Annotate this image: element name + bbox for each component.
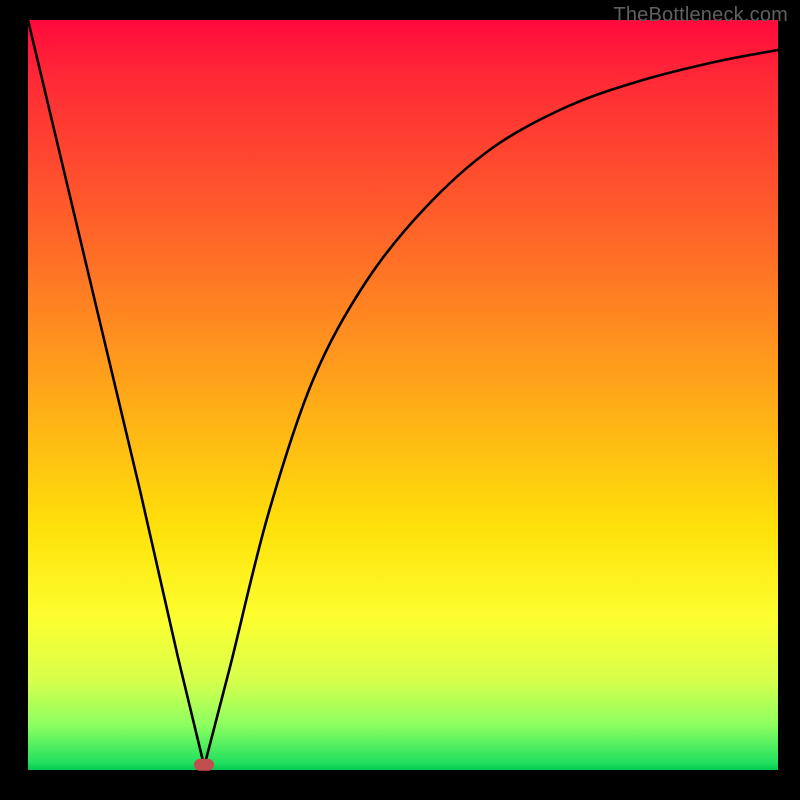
plot-area [28, 20, 778, 770]
chart-frame: TheBottleneck.com [0, 0, 800, 800]
optimal-point-marker [194, 759, 214, 771]
watermark-text: TheBottleneck.com [613, 4, 788, 27]
bottleneck-curve [28, 20, 778, 766]
curve-svg [28, 20, 778, 770]
